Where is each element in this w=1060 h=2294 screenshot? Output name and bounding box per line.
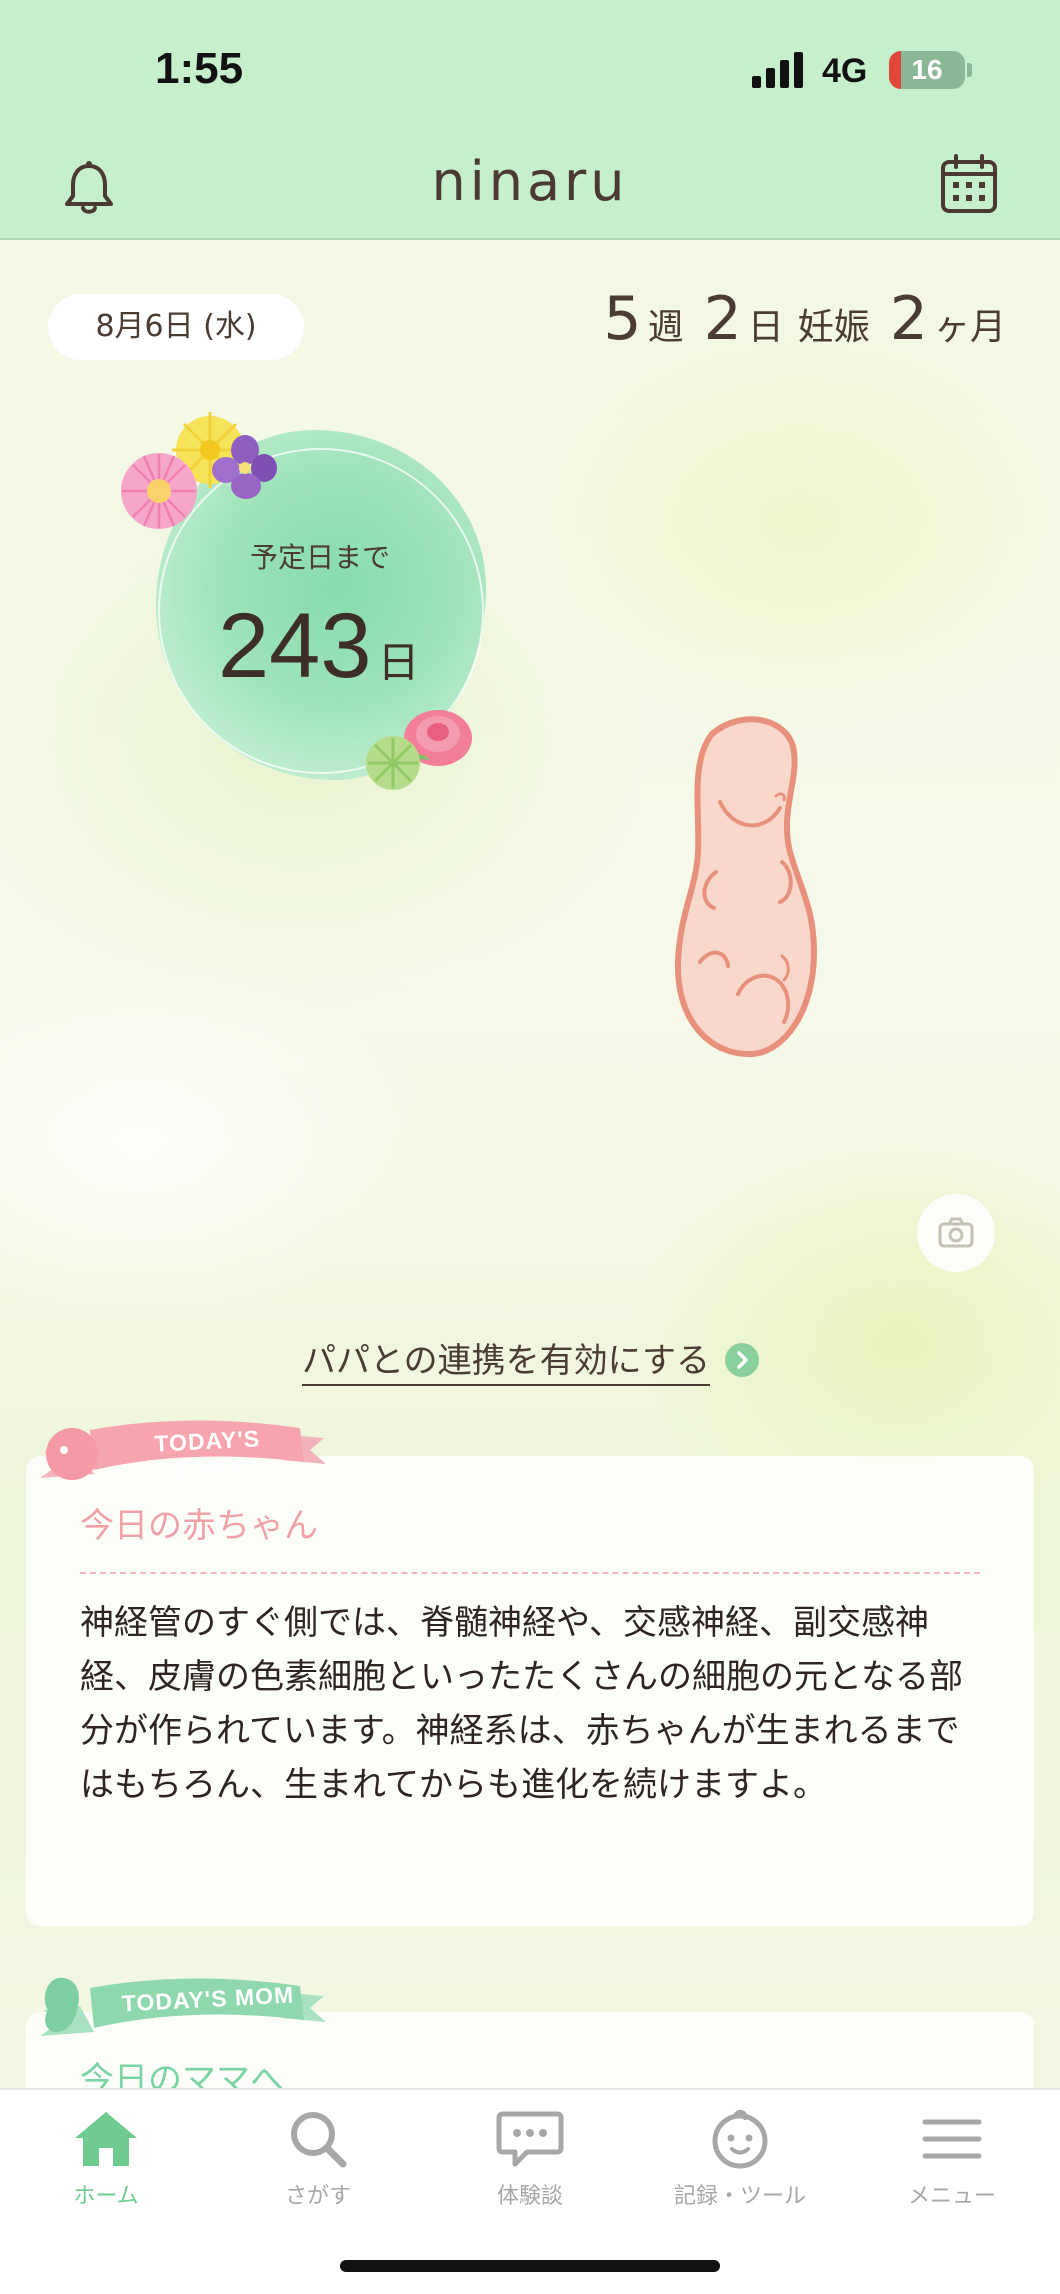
today-mom-ribbon: TODAY'S MOM: [20, 1966, 326, 2050]
countdown-label: 予定日まで: [249, 541, 390, 574]
date-pill[interactable]: 8月6日 (水): [48, 294, 304, 360]
search-icon: [291, 2112, 347, 2168]
bell-icon[interactable]: [62, 160, 116, 216]
tab-label: さがす: [284, 2184, 351, 2209]
purple-flower-decoration: [212, 435, 277, 499]
battery-icon: 16: [889, 51, 965, 89]
papa-link-arrow[interactable]: [725, 1343, 759, 1377]
chat-bubble-icon: [496, 2111, 564, 2167]
tab-home[interactable]: ホーム: [16, 2108, 196, 2228]
today-baby-title: 今日の赤ちゃん: [80, 1506, 318, 1546]
tab-search[interactable]: さがす: [228, 2108, 408, 2228]
app-logo: ninaru: [431, 150, 629, 213]
tab-experiences[interactable]: 体験談: [440, 2108, 620, 2228]
days-value: 2: [703, 284, 742, 354]
home-icon: [75, 2112, 137, 2166]
app-header: 1:55 4G 16 ninaru: [0, 0, 1060, 240]
tab-label: 体験談: [496, 2184, 563, 2209]
pregnancy-week-readout: 5 週 2 日 妊娠 2 ヶ月: [597, 284, 1006, 364]
weeks-unit: 週: [647, 307, 684, 348]
embryo-illustration[interactable]: [672, 712, 822, 1062]
today-baby-ribbon: TODAY'S BABY: [20, 1408, 326, 1492]
months-unit: ヶ月: [933, 307, 1006, 348]
tab-label: メニュー: [907, 2184, 996, 2209]
days-unit: 日: [747, 307, 784, 348]
pink-flower-decoration: [121, 453, 197, 529]
battery-cap: [967, 63, 972, 77]
today-baby-text: 神経管のすぐ側では、脊髄神経や、交感神経、副交感神経、皮膚の色素細胞といったたく…: [80, 1603, 963, 1805]
months-value: 2: [889, 284, 928, 354]
calendar-icon[interactable]: [940, 154, 998, 214]
menu-icon: [922, 2119, 982, 2159]
chevron-right-icon: [737, 1351, 748, 1369]
camera-icon: [938, 1217, 974, 1248]
card-divider: [80, 1572, 980, 1574]
network-type: 4G: [822, 52, 868, 90]
camera-button[interactable]: [917, 1194, 995, 1272]
tab-label: ホーム: [73, 2184, 139, 2209]
papa-link[interactable]: パパとの連携を有効にする: [302, 1333, 710, 1386]
green-flower-decoration: [366, 736, 420, 790]
baby-face-icon: [712, 2109, 768, 2169]
countdown-value: 243 日: [218, 594, 420, 699]
weeks-value: 5: [603, 284, 642, 354]
countdown-days: 243: [218, 595, 372, 697]
home-indicator[interactable]: [340, 2260, 720, 2272]
tab-menu[interactable]: メニュー: [862, 2108, 1042, 2228]
battery-percent: 16: [911, 54, 943, 85]
cellular-signal-icon: [752, 52, 803, 88]
today-baby-card[interactable]: 今日の赤ちゃん 神経管のすぐ側では、脊髄神経や、交感神経、副交感神経、皮膚の色素…: [26, 1456, 1034, 1926]
tab-label: 記録・ツール: [673, 2184, 806, 2209]
status-time: 1:55: [155, 44, 244, 93]
pregnancy-label: 妊娠: [797, 307, 870, 348]
today-baby-ribbon-text: TODAY'S BABY: [153, 1425, 261, 1483]
tab-records-tools[interactable]: 記録・ツール: [650, 2108, 830, 2228]
countdown-unit: 日: [377, 638, 420, 687]
